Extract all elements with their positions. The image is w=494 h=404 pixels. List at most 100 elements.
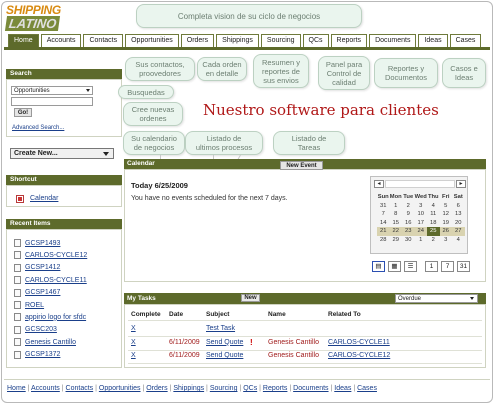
task-subject-link[interactable]: Send Quote: [206, 339, 243, 346]
calendar-day[interactable]: 3: [440, 236, 453, 245]
footer-link-cases[interactable]: Cases: [357, 385, 377, 392]
calendar-day[interactable]: 3: [415, 202, 428, 211]
footer-link-accounts[interactable]: Accounts: [31, 385, 60, 392]
calendar-view-button[interactable]: ▤: [372, 261, 385, 272]
next-month-button[interactable]: ▸: [456, 180, 466, 188]
calendar-day[interactable]: 7: [377, 210, 390, 219]
calendar-day[interactable]: 30: [402, 236, 415, 245]
shipping-latino-logo[interactable]: SHIPPING LATINO: [4, 3, 62, 37]
task-complete-link[interactable]: X: [131, 352, 136, 359]
tab-shippings[interactable]: Shippings: [216, 34, 259, 47]
recent-item[interactable]: CARLOS-CYCLE11: [14, 275, 87, 285]
logo-line1: SHIPPING: [6, 3, 61, 17]
recent-item[interactable]: Genesis Cantillo: [14, 337, 76, 347]
calendar-day[interactable]: 6: [452, 202, 465, 211]
task-subject-link[interactable]: Send Quote: [206, 352, 243, 359]
search-go-button[interactable]: Go!: [14, 108, 32, 117]
footer-link-qcs[interactable]: QCs: [243, 385, 257, 392]
recent-item[interactable]: GCSP1493: [14, 238, 60, 248]
calendar-day[interactable]: 2: [402, 202, 415, 211]
recent-item[interactable]: CARLOS-CYCLE12: [14, 250, 87, 260]
search-input[interactable]: [11, 97, 93, 106]
recent-item[interactable]: GCSP1372: [14, 350, 60, 360]
calendar-day[interactable]: 31: [377, 202, 390, 211]
prev-month-button[interactable]: ◂: [374, 180, 384, 188]
calendar-day[interactable]: 22: [389, 227, 402, 236]
advanced-search-link[interactable]: Advanced Search...: [12, 125, 64, 131]
search-scope-select[interactable]: Opportunities: [11, 86, 93, 95]
calendar-view-button[interactable]: ☰: [404, 261, 417, 272]
tab-qcs[interactable]: QCs: [302, 34, 329, 47]
new-event-button[interactable]: New Event: [280, 161, 323, 170]
footer-link-documents[interactable]: Documents: [293, 385, 328, 392]
tab-documents[interactable]: Documents: [369, 34, 417, 47]
tab-cases[interactable]: Cases: [449, 34, 482, 47]
calendar-view-button[interactable]: 1: [425, 261, 438, 272]
calendar-day[interactable]: 26: [439, 227, 452, 236]
calendar-day[interactable]: 18: [427, 219, 440, 228]
calendar-day[interactable]: 1: [415, 236, 428, 245]
footer-link-shippings[interactable]: Shippings: [173, 385, 204, 392]
tab-orders[interactable]: Orders: [180, 34, 215, 47]
calendar-day[interactable]: 20: [452, 219, 465, 228]
calendar-day[interactable]: 8: [390, 210, 403, 219]
recent-item[interactable]: ROEL: [14, 300, 44, 310]
tab-sourcing[interactable]: Sourcing: [260, 34, 301, 47]
document-icon: [14, 251, 21, 260]
footer-link-home[interactable]: Home: [7, 385, 26, 392]
calendar-day[interactable]: 15: [390, 219, 403, 228]
calendar-day[interactable]: 29: [390, 236, 403, 245]
new-task-button[interactable]: New: [241, 294, 260, 302]
calendar-day[interactable]: 2: [427, 236, 440, 245]
tab-reports[interactable]: Reports: [330, 34, 368, 47]
task-subject-link[interactable]: Test Task: [206, 325, 235, 332]
calendar-day[interactable]: 24: [414, 227, 427, 236]
calendar-day[interactable]: 12: [440, 210, 453, 219]
task-filter-select[interactable]: Overdue: [395, 294, 478, 303]
recent-item[interactable]: GCSP1467: [14, 288, 60, 298]
calendar-day[interactable]: 25: [427, 227, 440, 236]
calendar-day[interactable]: 1: [390, 202, 403, 211]
calendar-day[interactable]: 10: [415, 210, 428, 219]
create-new-select[interactable]: Create New...: [10, 148, 114, 159]
tab-home[interactable]: Home: [8, 34, 39, 47]
recent-item[interactable]: GCSC203: [14, 325, 57, 335]
footer-link-sourcing[interactable]: Sourcing: [210, 385, 238, 392]
task-related-link[interactable]: CARLOS-CYCLE12: [328, 352, 390, 359]
calendar-day[interactable]: 28: [377, 236, 390, 245]
calendar-day[interactable]: 27: [452, 227, 465, 236]
footer-link-ideas[interactable]: Ideas: [334, 385, 351, 392]
calendar-day[interactable]: 17: [415, 219, 428, 228]
calendar-day[interactable]: 13: [452, 210, 465, 219]
tab-opportunities[interactable]: Opportunities: [125, 34, 179, 47]
calendar-day[interactable]: 4: [427, 202, 440, 211]
calendar-day[interactable]: 21: [377, 227, 390, 236]
footer-link-reports[interactable]: Reports: [263, 385, 288, 392]
calendar-view-button[interactable]: 7: [441, 261, 454, 272]
calendar-day[interactable]: 11: [427, 210, 440, 219]
recent-item-label: ROEL: [25, 301, 45, 309]
calendar-day[interactable]: 4: [452, 236, 465, 245]
task-complete-link[interactable]: X: [131, 325, 136, 332]
tab-ideas[interactable]: Ideas: [418, 34, 448, 47]
recent-item[interactable]: appirio logo for sfdc: [14, 312, 86, 322]
calendar-day[interactable]: 23: [402, 227, 415, 236]
calendar-view-button[interactable]: 31: [457, 261, 470, 272]
recent-item[interactable]: GCSP1412: [14, 263, 60, 273]
shortcut-calendar-link[interactable]: Calendar: [30, 195, 58, 202]
task-complete-link[interactable]: X: [131, 339, 136, 346]
tab-accounts[interactable]: Accounts: [40, 34, 82, 47]
footer-link-orders[interactable]: Orders: [146, 385, 167, 392]
calendar-day[interactable]: 16: [402, 219, 415, 228]
calendar-day[interactable]: 5: [440, 202, 453, 211]
calendar-day[interactable]: 19: [440, 219, 453, 228]
footer-link-contacts[interactable]: Contacts: [66, 385, 94, 392]
document-icon: [14, 338, 21, 347]
task-related-link[interactable]: CARLOS-CYCLE11: [328, 339, 390, 346]
month-selector[interactable]: [385, 180, 455, 188]
calendar-day[interactable]: 14: [377, 219, 390, 228]
calendar-day[interactable]: 9: [402, 210, 415, 219]
tab-contacts[interactable]: Contacts: [83, 34, 124, 47]
footer-link-opportunities[interactable]: Opportunities: [99, 385, 141, 392]
calendar-view-button[interactable]: ▦: [388, 261, 401, 272]
